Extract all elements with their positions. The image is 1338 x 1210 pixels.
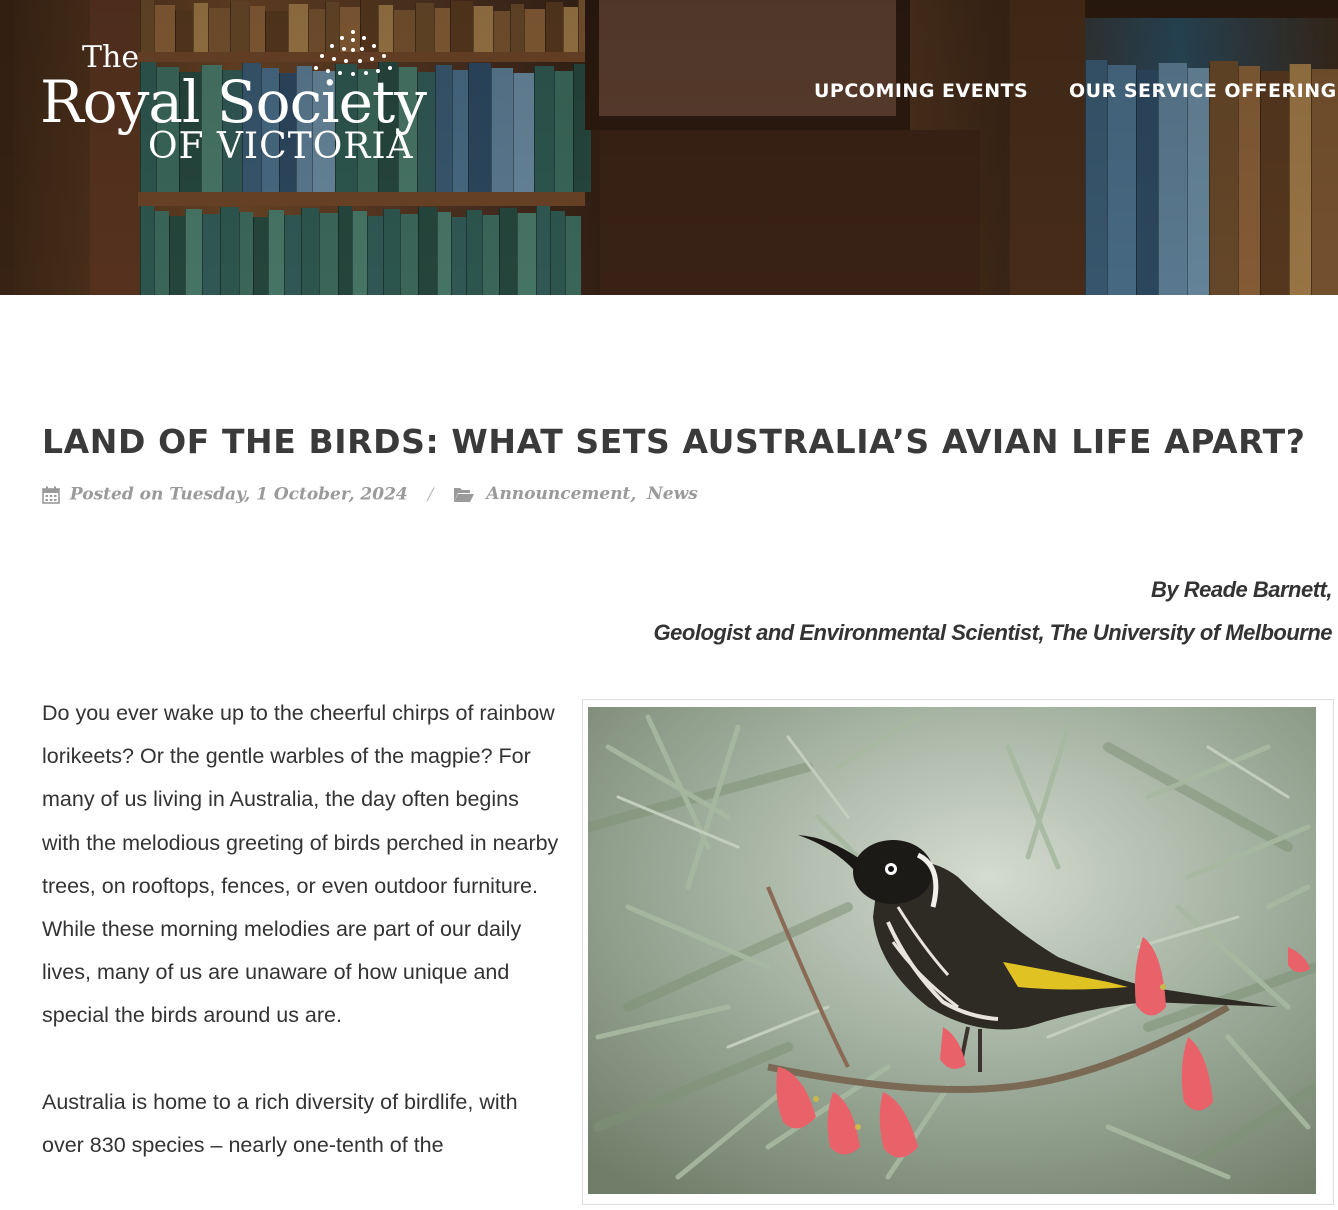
article-body: Do you ever wake up to the cheerful chir… <box>42 692 562 1210</box>
posted-date: Posted on Tuesday, 1 October, 2024 <box>69 484 408 505</box>
calendar-icon <box>42 486 60 504</box>
honeyeater-bird-photo <box>588 707 1316 1194</box>
site-header: The Royal Society OF VICTORIA UPCOMING E… <box>0 0 1338 295</box>
category-link-news[interactable]: News <box>647 484 698 504</box>
folder-open-icon <box>454 488 475 502</box>
bird-photo-illustration <box>588 707 1316 1194</box>
article-paragraph: Australia is home to a rich diversity of… <box>42 1089 518 1157</box>
article-title: LAND OF THE BIRDS: WHAT SETS AUSTRALIA’S… <box>42 422 1306 461</box>
nav-our-service-offerings[interactable]: OUR SERVICE OFFERINGS <box>1069 80 1338 102</box>
category-joiner: , <box>630 484 637 505</box>
meta-separator: / <box>427 484 434 505</box>
byline-affiliation: Geologist and Environmental Scientist, T… <box>653 620 1333 645</box>
nav-upcoming-events[interactable]: UPCOMING EVENTS <box>814 80 1028 102</box>
byline-author: By Reade Barnett, <box>1150 577 1333 602</box>
post-meta: Posted on Tuesday, 1 October, 2024 / Ann… <box>42 484 698 510</box>
article-image-frame <box>582 699 1334 1205</box>
site-logo[interactable]: The Royal Society OF VICTORIA <box>40 28 470 168</box>
article-byline: By Reade Barnett, Geologist and Environm… <box>653 568 1333 654</box>
article-paragraph: Do you ever wake up to the cheerful chir… <box>42 701 559 1028</box>
category-link-announcement[interactable]: Announcement <box>486 484 630 504</box>
logo-line-of-victoria: OF VICTORIA <box>148 126 414 167</box>
